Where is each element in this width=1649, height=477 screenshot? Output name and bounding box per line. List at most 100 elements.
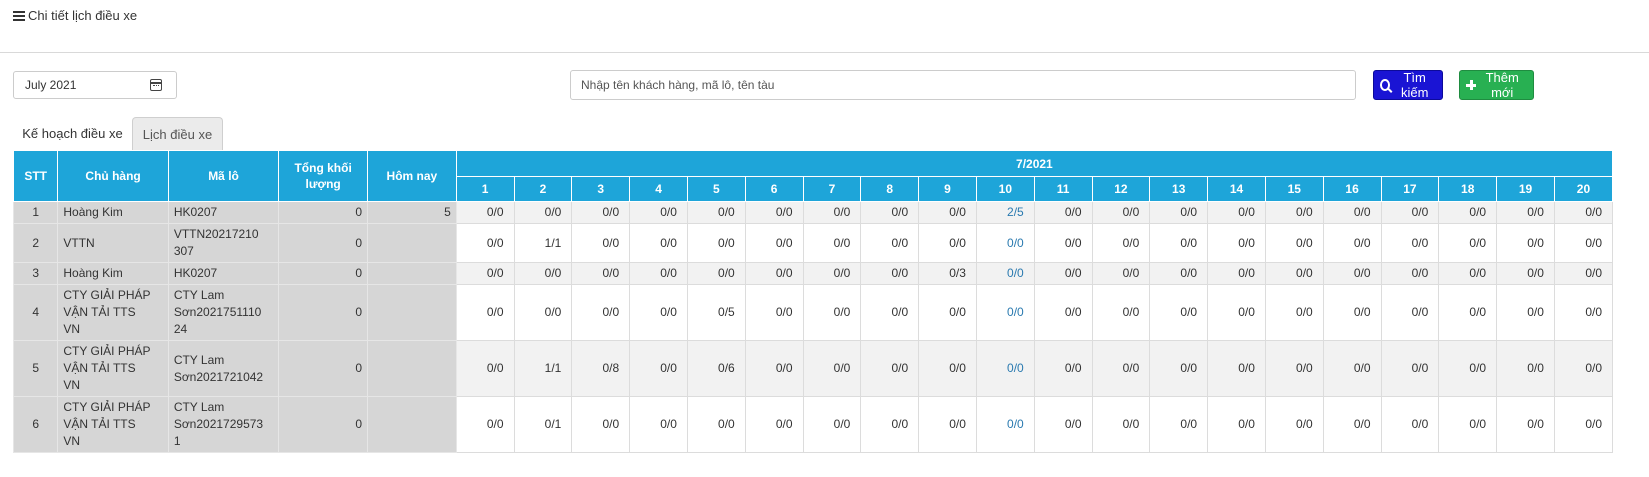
add-new-button[interactable]: Thêm mới bbox=[1459, 70, 1534, 100]
day-cell[interactable]: 0/0 bbox=[1207, 262, 1266, 285]
day-cell[interactable]: 0/0 bbox=[1264, 262, 1324, 285]
day-cell[interactable]: 0/0 bbox=[1322, 223, 1382, 263]
day-cell[interactable]: 0/0 bbox=[744, 396, 804, 453]
day-cell[interactable]: 0/0 bbox=[1149, 201, 1209, 224]
day-cell[interactable]: 0/0 bbox=[513, 284, 573, 341]
day-cell[interactable]: 0/0 bbox=[1149, 262, 1209, 285]
day-cell[interactable]: 0/0 bbox=[571, 284, 631, 341]
day-cell[interactable]: 0/5 bbox=[686, 284, 746, 341]
day-cell[interactable]: 0/0 bbox=[629, 223, 688, 263]
day-cell[interactable]: 0/0 bbox=[571, 223, 631, 263]
day-cell[interactable]: 0/0 bbox=[1380, 262, 1440, 285]
day-cell[interactable]: 0/0 bbox=[686, 262, 746, 285]
day-cell[interactable]: 1/1 bbox=[513, 223, 573, 263]
day-cell[interactable]: 0/0 bbox=[918, 340, 977, 397]
day-cell[interactable]: 0/0 bbox=[918, 201, 977, 224]
day-cell[interactable]: 0/0 bbox=[1207, 223, 1266, 263]
day-cell[interactable]: 0/0 bbox=[629, 262, 688, 285]
search-button[interactable]: Tìm kiếm bbox=[1373, 70, 1443, 100]
day-cell[interactable]: 0/0 bbox=[1264, 201, 1324, 224]
day-cell[interactable]: 0/0 bbox=[1496, 262, 1555, 285]
day-cell[interactable]: 0/0 bbox=[1496, 340, 1555, 397]
day-cell[interactable]: 0/0 bbox=[1207, 284, 1266, 341]
day-cell[interactable]: 0/0 bbox=[1438, 396, 1498, 453]
day-cell[interactable]: 0/0 bbox=[1380, 223, 1440, 263]
day-cell[interactable]: 0/0 bbox=[744, 262, 804, 285]
day-cell[interactable]: 0/0 bbox=[1033, 396, 1093, 453]
day-cell[interactable]: 0/0 bbox=[860, 262, 920, 285]
day-cell[interactable]: 0/0 bbox=[1496, 284, 1555, 341]
day-cell[interactable]: 0/0 bbox=[1496, 201, 1555, 224]
day-cell[interactable]: 0/0 bbox=[455, 201, 515, 224]
day-cell[interactable]: 0/0 bbox=[1149, 340, 1209, 397]
day-cell[interactable]: 0/0 bbox=[1322, 201, 1382, 224]
day-cell[interactable]: 0/0 bbox=[629, 396, 688, 453]
day-cell[interactable]: 0/0 bbox=[513, 201, 573, 224]
day-cell[interactable]: 0/0 bbox=[975, 262, 1035, 285]
day-cell[interactable]: 0/0 bbox=[1553, 396, 1614, 453]
day-cell[interactable]: 0/0 bbox=[1438, 262, 1498, 285]
tab-ke-hoach-dieu-xe[interactable]: Kế hoạch điều xe bbox=[13, 117, 132, 150]
day-cell[interactable]: 2/5 bbox=[975, 201, 1035, 224]
day-cell[interactable]: 0/0 bbox=[802, 201, 862, 224]
day-cell[interactable]: 0/0 bbox=[918, 396, 977, 453]
day-cell[interactable]: 0/0 bbox=[1553, 223, 1614, 263]
day-cell[interactable]: 0/0 bbox=[1553, 201, 1614, 224]
day-cell[interactable]: 0/0 bbox=[1322, 262, 1382, 285]
day-cell[interactable]: 0/0 bbox=[1322, 396, 1382, 453]
day-cell[interactable]: 0/0 bbox=[629, 340, 688, 397]
day-cell[interactable]: 0/0 bbox=[1322, 284, 1382, 341]
day-cell[interactable]: 0/0 bbox=[744, 284, 804, 341]
day-cell[interactable]: 0/0 bbox=[1207, 396, 1266, 453]
day-cell[interactable]: 0/0 bbox=[1033, 284, 1093, 341]
day-cell[interactable]: 0/0 bbox=[975, 284, 1035, 341]
day-cell[interactable]: 0/0 bbox=[1033, 223, 1093, 263]
tab-lich-dieu-xe[interactable]: Lịch điều xe bbox=[132, 117, 223, 150]
day-cell[interactable]: 0/0 bbox=[1091, 223, 1151, 263]
day-cell[interactable]: 0/0 bbox=[1438, 201, 1498, 224]
day-cell[interactable]: 0/0 bbox=[455, 340, 515, 397]
day-cell[interactable]: 0/0 bbox=[1380, 340, 1440, 397]
day-cell[interactable]: 0/0 bbox=[1438, 340, 1498, 397]
day-cell[interactable]: 0/0 bbox=[571, 262, 631, 285]
day-cell[interactable]: 0/6 bbox=[686, 340, 746, 397]
day-cell[interactable]: 0/0 bbox=[802, 396, 862, 453]
day-cell[interactable]: 0/0 bbox=[1264, 284, 1324, 341]
day-cell[interactable]: 0/0 bbox=[686, 396, 746, 453]
day-cell[interactable]: 0/8 bbox=[571, 340, 631, 397]
day-cell[interactable]: 0/0 bbox=[571, 396, 631, 453]
day-cell[interactable]: 0/0 bbox=[918, 223, 977, 263]
day-cell[interactable]: 0/0 bbox=[455, 396, 515, 453]
day-cell[interactable]: 0/0 bbox=[686, 201, 746, 224]
day-cell[interactable]: 0/3 bbox=[918, 262, 977, 285]
day-cell[interactable]: 0/0 bbox=[455, 284, 515, 341]
day-cell[interactable]: 0/0 bbox=[860, 396, 920, 453]
day-cell[interactable]: 0/0 bbox=[1149, 284, 1209, 341]
day-cell[interactable]: 0/0 bbox=[1438, 284, 1498, 341]
day-cell[interactable]: 0/0 bbox=[686, 223, 746, 263]
calendar-icon[interactable] bbox=[150, 79, 162, 91]
day-cell[interactable]: 0/0 bbox=[744, 340, 804, 397]
day-cell[interactable]: 0/0 bbox=[860, 201, 920, 224]
day-cell[interactable]: 0/0 bbox=[918, 284, 977, 341]
day-cell[interactable]: 0/0 bbox=[1380, 284, 1440, 341]
day-cell[interactable]: 0/0 bbox=[860, 223, 920, 263]
search-input[interactable] bbox=[570, 70, 1356, 100]
day-cell[interactable]: 0/0 bbox=[1033, 340, 1093, 397]
day-cell[interactable]: 0/0 bbox=[975, 396, 1035, 453]
day-cell[interactable]: 0/0 bbox=[1438, 223, 1498, 263]
hamburger-icon[interactable] bbox=[13, 10, 25, 21]
day-cell[interactable]: 0/0 bbox=[975, 340, 1035, 397]
day-cell[interactable]: 0/0 bbox=[802, 223, 862, 263]
day-cell[interactable]: 0/0 bbox=[513, 262, 573, 285]
day-cell[interactable]: 0/0 bbox=[802, 262, 862, 285]
day-cell[interactable]: 0/0 bbox=[744, 223, 804, 263]
day-cell[interactable]: 0/0 bbox=[1264, 396, 1324, 453]
day-cell[interactable]: 1/1 bbox=[513, 340, 573, 397]
day-cell[interactable]: 0/0 bbox=[1207, 340, 1266, 397]
day-cell[interactable]: 0/0 bbox=[1033, 201, 1093, 224]
day-cell[interactable]: 0/0 bbox=[1380, 201, 1440, 224]
day-cell[interactable]: 0/0 bbox=[1091, 340, 1151, 397]
day-cell[interactable]: 0/0 bbox=[1553, 340, 1614, 397]
day-cell[interactable]: 0/0 bbox=[1091, 396, 1151, 453]
